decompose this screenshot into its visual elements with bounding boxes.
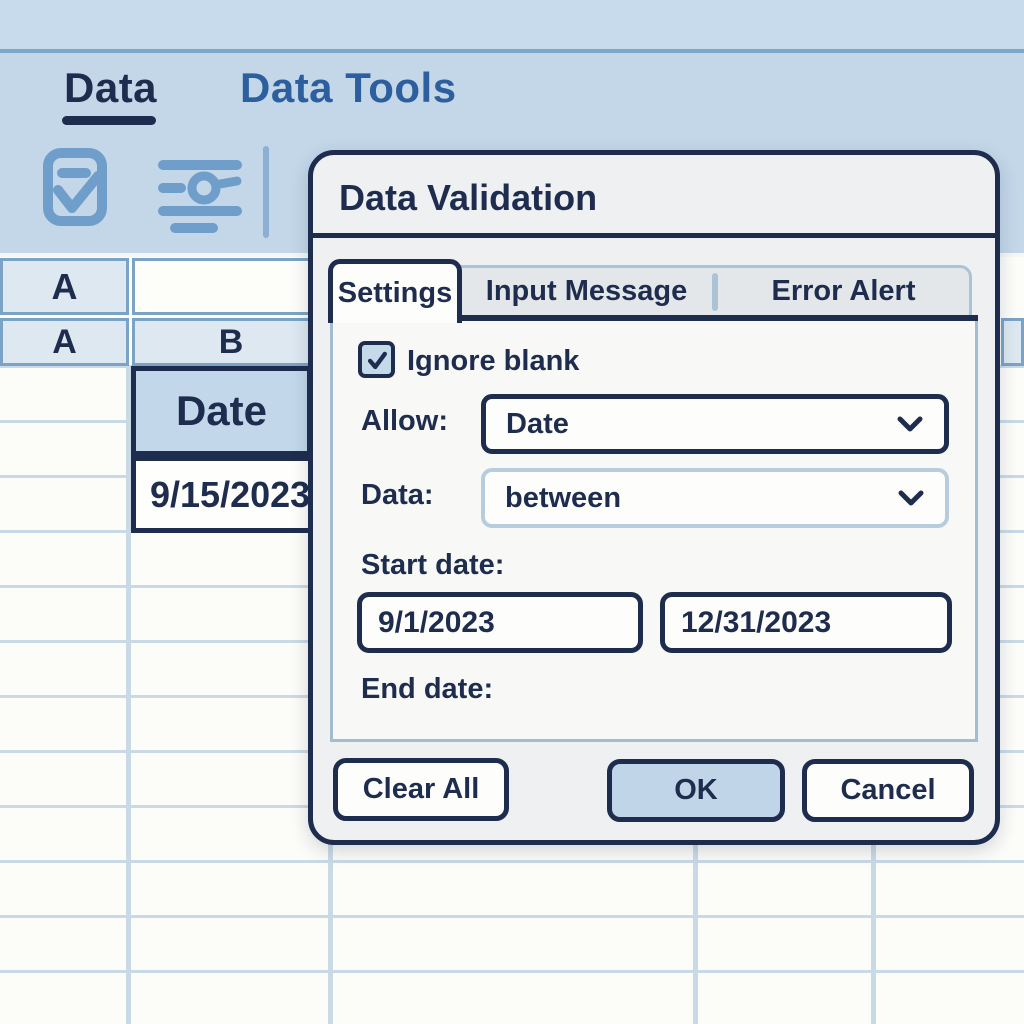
chevron-down-icon (897, 489, 925, 507)
data-tools-settings-icon[interactable] (156, 156, 244, 234)
tab-strip: Input Message Error Alert (458, 265, 972, 318)
dialog-title-separator (313, 233, 995, 238)
column-header-a[interactable]: A (0, 318, 129, 366)
data-dropdown[interactable]: between (481, 468, 949, 528)
cancel-button[interactable]: Cancel (802, 759, 974, 822)
ribbon-group-label: Data Tools (240, 64, 457, 112)
ok-button[interactable]: OK (607, 759, 785, 822)
tab-settings[interactable]: Settings (328, 259, 462, 323)
ignore-blank-label: Ignore blank (407, 345, 579, 378)
allow-dropdown-value: Date (506, 408, 569, 441)
start-date-input[interactable] (357, 592, 643, 653)
settings-panel: Ignore blank Allow: Date Data: between S… (330, 321, 978, 742)
end-date-label: End date: (361, 673, 493, 706)
data-label: Data: (361, 479, 434, 512)
data-dropdown-value: between (505, 482, 621, 515)
title-band (0, 0, 1024, 49)
clear-all-button[interactable]: Clear All (333, 758, 509, 821)
active-tab-underline (62, 116, 156, 125)
ignore-blank-checkbox[interactable] (358, 341, 395, 378)
column-header-a-top[interactable]: A (0, 258, 129, 315)
end-date-input[interactable] (660, 592, 952, 653)
chevron-down-icon (896, 415, 924, 433)
cell-date-value[interactable]: 9/15/2023 (131, 456, 314, 533)
data-validation-dialog: Data Validation Settings Input Message E… (308, 150, 1000, 845)
tab-error-alert[interactable]: Error Alert (718, 275, 969, 308)
allow-dropdown[interactable]: Date (481, 394, 949, 454)
cell-date-header[interactable]: Date (131, 366, 312, 456)
allow-label: Allow: (361, 405, 448, 438)
ribbon-divider (263, 146, 269, 238)
column-header-blank-top[interactable] (132, 258, 330, 315)
dialog-title: Data Validation (339, 177, 597, 219)
start-date-label: Start date: (361, 549, 504, 582)
tab-input-message[interactable]: Input Message (461, 275, 712, 308)
column-header-b[interactable]: B (132, 318, 330, 366)
tab-underline (454, 315, 978, 321)
data-validation-icon[interactable] (42, 146, 112, 230)
column-header-partial[interactable] (1001, 318, 1024, 366)
check-icon (364, 347, 390, 373)
ribbon-tab-data[interactable]: Data (64, 64, 157, 112)
